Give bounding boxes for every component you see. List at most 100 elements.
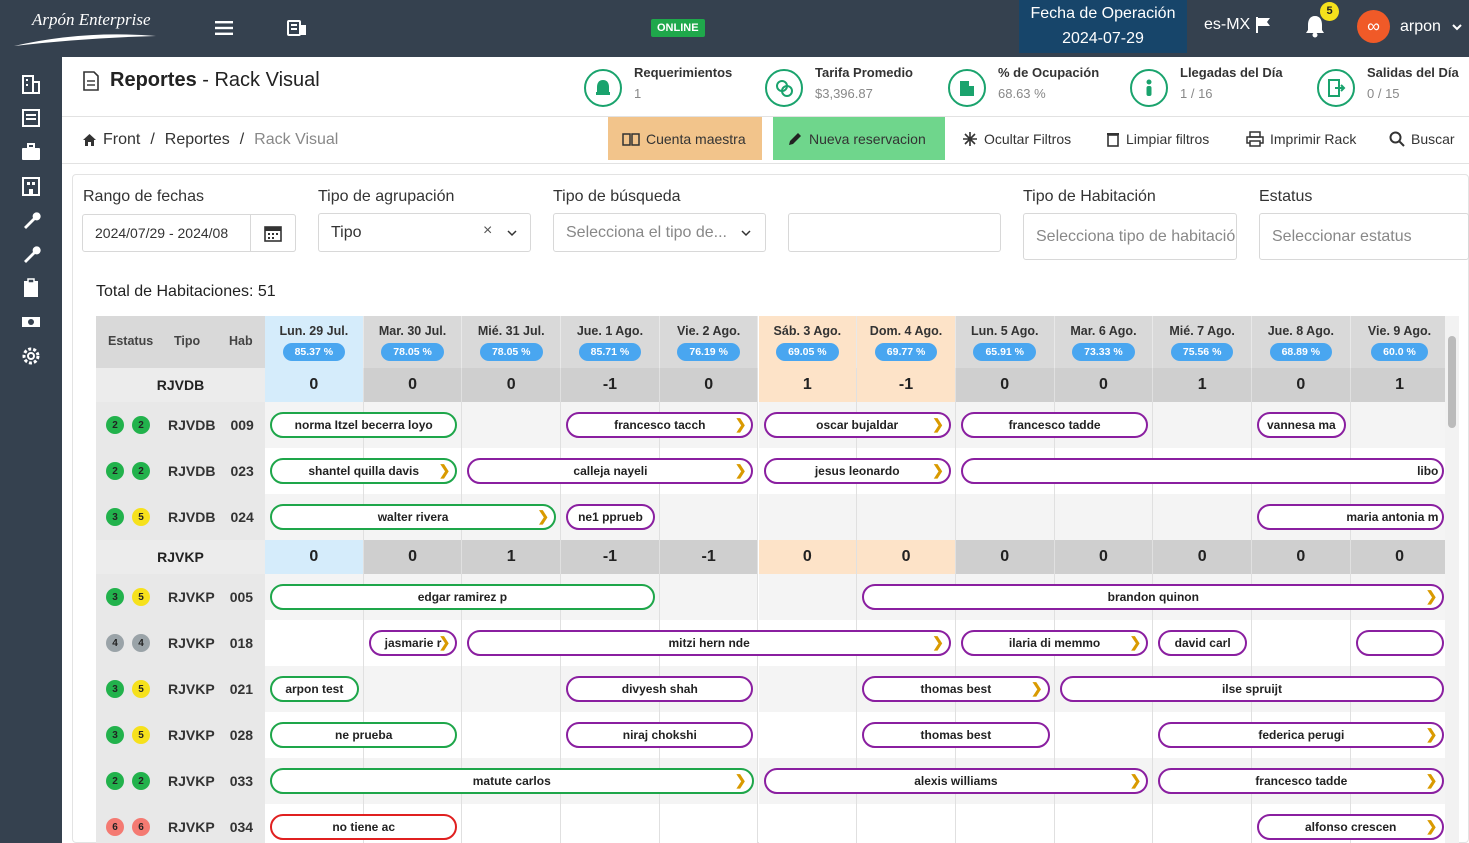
reservation-bar[interactable]: brandon quinon ❯	[862, 584, 1445, 610]
reservation-bar[interactable]: francesco tadde	[960, 412, 1149, 438]
room-day-cell[interactable]	[955, 494, 1055, 540]
cash-register-icon[interactable]	[285, 16, 309, 40]
reservation-bar[interactable]: divyesh shah	[566, 676, 754, 702]
reservation-bar[interactable]: thomas best	[862, 722, 1050, 748]
day-label: Mié. 7 Ago.	[1169, 324, 1235, 338]
tipo-busqueda-select[interactable]: Selecciona el tipo de...	[553, 213, 766, 252]
room-day-cell[interactable]	[1054, 712, 1154, 758]
room-day-cell[interactable]	[462, 402, 562, 448]
scrollbar-thumb[interactable]	[1448, 336, 1456, 428]
room-day-cell[interactable]	[857, 494, 956, 540]
breadcrumb-front[interactable]: Front	[103, 131, 140, 149]
room-day-cell[interactable]	[659, 804, 759, 843]
room-day-cell[interactable]	[363, 666, 463, 712]
settings-gear-icon[interactable]	[20, 345, 42, 367]
page-section: Reportes	[110, 69, 197, 91]
clipboard-icon[interactable]	[20, 277, 42, 299]
nueva-reservacion-button[interactable]: Nueva reservacion	[773, 117, 945, 160]
busqueda-text-input[interactable]	[788, 213, 1001, 252]
tipo-agrupacion-select[interactable]: Tipo ×	[318, 213, 531, 252]
reservation-bar[interactable]: niraj chokshi	[566, 722, 754, 748]
room-day-cell[interactable]	[1153, 494, 1252, 540]
reservation-bar[interactable]: matute carlos ❯	[270, 768, 754, 794]
clear-icon[interactable]: ×	[483, 222, 492, 240]
reservation-bar[interactable]: ne1 pprueb	[566, 504, 655, 530]
tipo-habitacion-select[interactable]: Selecciona tipo de habitació	[1023, 213, 1237, 260]
room-day-cell[interactable]	[659, 494, 759, 540]
wrench-icon[interactable]	[20, 209, 42, 231]
room-day-cell[interactable]	[1153, 804, 1252, 843]
day-label: Vie. 2 Ago.	[677, 324, 741, 338]
menu-icon[interactable]	[212, 16, 236, 40]
reservation-bar[interactable]: libo	[960, 458, 1445, 484]
breadcrumb-reportes[interactable]: Reportes	[165, 131, 230, 149]
reservation-bar[interactable]: maria antonia m	[1257, 504, 1445, 530]
reservation-bar[interactable]: calleja nayeli ❯	[467, 458, 754, 484]
room-day-cell[interactable]	[758, 494, 858, 540]
room-number: 028	[229, 727, 254, 743]
reservation-bar[interactable]: francesco tadde ❯	[1158, 768, 1445, 794]
user-menu[interactable]: ∞ arpon	[1357, 10, 1463, 43]
estatus-select[interactable]: Seleccionar estatus	[1259, 213, 1469, 260]
limpiar-filtros-button[interactable]: Limpiar filtros	[1092, 117, 1223, 160]
room-day-cell[interactable]	[561, 804, 660, 843]
reservation-bar[interactable]: jasmarie r ❯	[368, 630, 458, 656]
room-day-cell[interactable]	[758, 666, 858, 712]
imprimir-rack-button[interactable]: Imprimir Rack	[1232, 117, 1370, 160]
room-day-cell[interactable]	[1350, 402, 1445, 448]
room-day-cell[interactable]	[758, 712, 858, 758]
room-day-cell[interactable]	[659, 574, 759, 620]
room-day-cell[interactable]	[1153, 402, 1252, 448]
reservation-bar[interactable]: no tiene ac	[270, 814, 458, 840]
reservation-bar[interactable]: alexis williams ❯	[763, 768, 1149, 794]
document-icon	[83, 70, 99, 91]
calendar-button[interactable]	[250, 214, 296, 252]
room-day-cell[interactable]	[955, 804, 1055, 843]
room-row-label: 3 5 RJVKP 028	[96, 712, 265, 758]
reservation-bar[interactable]: vannesa ma	[1257, 412, 1346, 438]
tools-icon[interactable]	[20, 243, 42, 265]
reservation-bar[interactable]: shantel quilla davis ❯	[270, 458, 458, 484]
reservation-bar[interactable]: david carl	[1158, 630, 1247, 656]
reservation-bar[interactable]: ilse spruijt	[1059, 676, 1445, 702]
reservation-bar[interactable]: jesus leonardo ❯	[763, 458, 951, 484]
buscar-button[interactable]: Buscar	[1375, 117, 1469, 160]
guest-name: francesco tadde	[1255, 774, 1348, 788]
reservation-bar[interactable]: francesco tacch ❯	[566, 412, 754, 438]
room-day-cell[interactable]	[462, 804, 562, 843]
room-day-cell[interactable]	[857, 804, 956, 843]
room-day-cell[interactable]	[265, 620, 364, 666]
status-dot: 6	[106, 818, 124, 836]
reservation-bar[interactable]: thomas best ❯	[862, 676, 1050, 702]
cuenta-maestra-button[interactable]: Cuenta maestra	[608, 117, 762, 160]
money-icon[interactable]	[20, 311, 42, 333]
language-selector[interactable]: es-MX	[1204, 16, 1272, 34]
room-type: RJVKP	[168, 727, 215, 743]
grid-scrollbar[interactable]	[1445, 316, 1459, 843]
reservation-bar[interactable]: alfonso crescen ❯	[1257, 814, 1445, 840]
room-day-cell[interactable]	[1054, 804, 1154, 843]
reservation-bar[interactable]: oscar bujaldar ❯	[763, 412, 951, 438]
room-day-cell[interactable]	[462, 712, 562, 758]
room-day-cell[interactable]	[1252, 620, 1351, 666]
room-day-cell[interactable]	[1054, 494, 1154, 540]
room-day-cell[interactable]	[462, 666, 562, 712]
reservation-bar[interactable]: arpon test	[270, 676, 359, 702]
list-icon[interactable]	[20, 107, 42, 129]
reservation-bar[interactable]	[1355, 630, 1445, 656]
reservation-bar[interactable]: ilaria di memmo ❯	[960, 630, 1149, 656]
hotel-icon[interactable]	[20, 73, 42, 95]
app-logo[interactable]: Arpón Enterprise	[14, 6, 159, 46]
ocultar-filtros-button[interactable]: Ocultar Filtros	[948, 117, 1085, 160]
reservation-bar[interactable]: mitzi hern nde ❯	[467, 630, 951, 656]
reservation-bar[interactable]: walter rivera ❯	[270, 504, 557, 530]
reservation-bar[interactable]: edgar ramirez p	[270, 584, 655, 610]
room-day-cell[interactable]	[758, 804, 858, 843]
reservation-bar[interactable]: federica perugi ❯	[1158, 722, 1445, 748]
home-icon	[83, 134, 96, 146]
building-icon[interactable]	[20, 175, 42, 197]
briefcase-icon[interactable]	[20, 141, 42, 163]
reservation-bar[interactable]: norma Itzel becerra loyo	[270, 412, 458, 438]
room-day-cell[interactable]	[758, 574, 858, 620]
reservation-bar[interactable]: ne prueba	[270, 722, 458, 748]
